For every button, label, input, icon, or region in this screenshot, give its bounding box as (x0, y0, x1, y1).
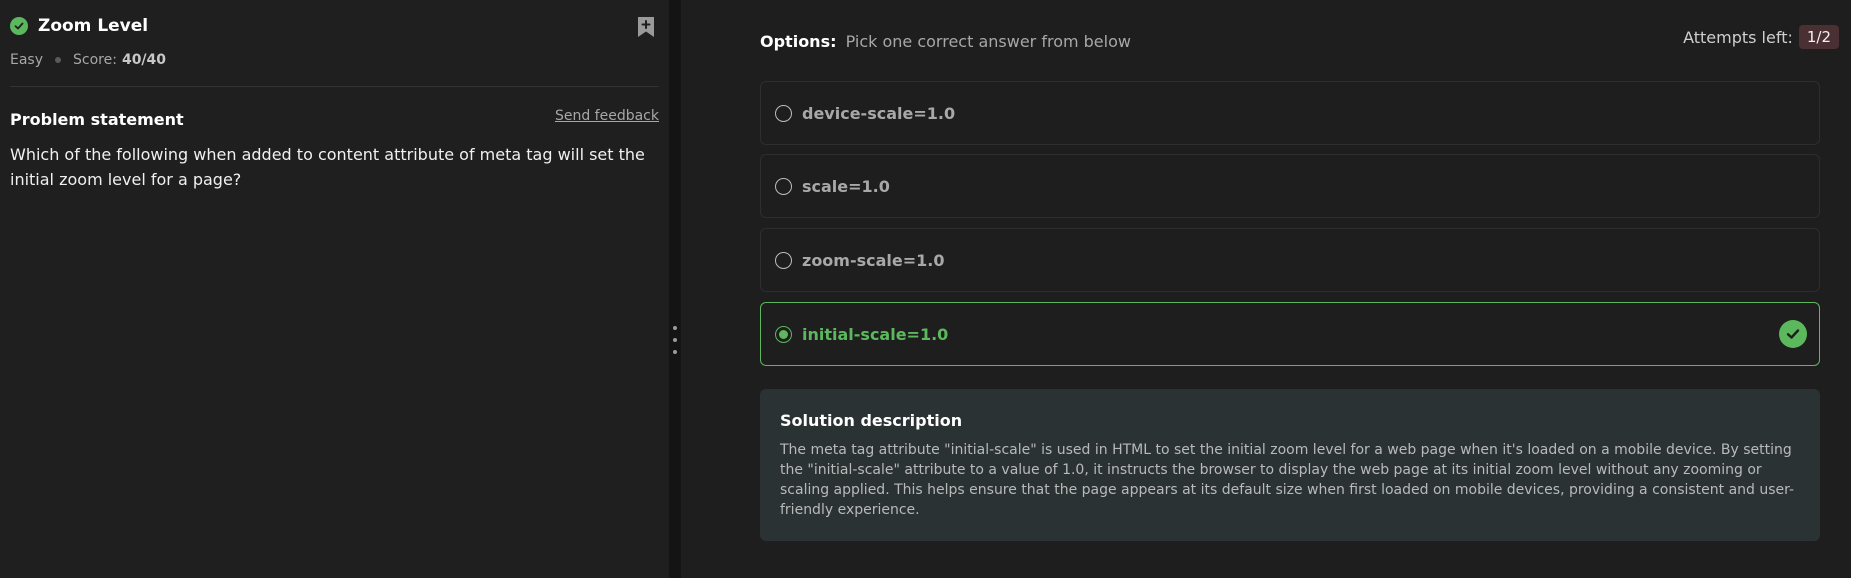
panel-resize-handle[interactable] (669, 0, 681, 578)
options-header: Options: Pick one correct answer from be… (760, 32, 1131, 51)
option-label: device-scale=1.0 (802, 103, 956, 123)
question-text: Which of the following when added to con… (10, 145, 645, 189)
solution-box: Solution description The meta tag attrib… (760, 389, 1820, 541)
option-label: scale=1.0 (802, 176, 890, 196)
problem-title: Zoom Level (38, 16, 149, 36)
option-zoom-scale[interactable]: zoom-scale=1.0 (760, 228, 1820, 292)
option-label: zoom-scale=1.0 (802, 250, 945, 270)
option-label: initial-scale=1.0 (802, 324, 949, 344)
option-initial-scale[interactable]: initial-scale=1.0 (760, 302, 1820, 366)
options-label: Options: (760, 32, 837, 51)
divider-line (10, 86, 659, 87)
solution-text: The meta tag attribute "initial-scale" i… (780, 442, 1795, 518)
solved-check-icon (10, 17, 28, 35)
solution-title: Solution description (780, 411, 963, 430)
problem-title-row: Zoom Level (10, 16, 148, 36)
drag-handle-icon (673, 326, 677, 362)
options-hint: Pick one correct answer from below (845, 32, 1131, 51)
radio-button[interactable] (775, 104, 792, 122)
correct-check-icon (1779, 320, 1807, 348)
radio-button[interactable] (775, 177, 792, 195)
answer-panel: Options: Pick one correct answer from be… (681, 0, 1851, 578)
problem-meta: Easy Score: 40/40 (10, 52, 166, 68)
option-scale[interactable]: scale=1.0 (760, 154, 1820, 218)
attempts-indicator: Attempts left: 1/2 (1683, 25, 1839, 49)
bookmark-add-icon[interactable] (636, 16, 656, 38)
problem-statement-heading: Problem statement (10, 110, 184, 129)
radio-button-selected[interactable] (775, 325, 792, 343)
attempts-badge: 1/2 (1798, 25, 1839, 49)
score-label: Score: (73, 52, 117, 68)
score-value: 40/40 (121, 52, 167, 68)
radio-button[interactable] (775, 251, 792, 269)
option-device-scale[interactable]: device-scale=1.0 (760, 81, 1820, 145)
problem-panel: Zoom Level Easy Score: 40/40 Problem sta… (0, 0, 669, 578)
separator-dot (55, 57, 62, 63)
send-feedback-link[interactable]: Send feedback (555, 108, 659, 124)
difficulty-label: Easy (10, 52, 44, 68)
attempts-label: Attempts left: (1683, 27, 1793, 47)
